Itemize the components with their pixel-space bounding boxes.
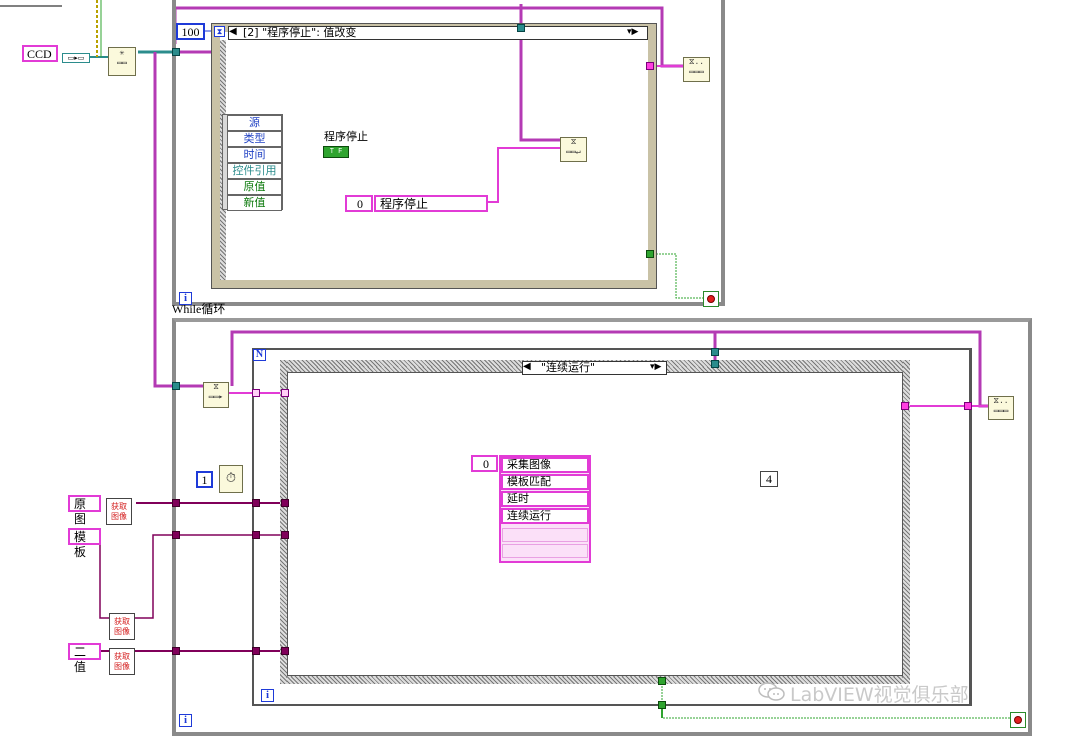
tunnel-b3: [281, 389, 289, 397]
template-label[interactable]: 模板: [68, 528, 101, 559]
control-label: 程序停止: [324, 130, 368, 143]
for-loop-count-terminal: N: [253, 349, 266, 361]
event-case-selector[interactable]: [2] "程序停止": 值改变: [228, 26, 648, 40]
event-data-item[interactable]: 源: [227, 115, 282, 131]
tunnel-b7: [964, 402, 972, 410]
stop-terminal-bottom[interactable]: [1010, 712, 1026, 728]
tunnel-b14: [172, 647, 180, 655]
tunnel-b12: [252, 531, 260, 539]
watermark-text: LabVIEW视觉俱乐部: [790, 684, 969, 706]
tunnel-b15: [252, 647, 260, 655]
event-data-item[interactable]: 类型: [227, 131, 282, 147]
array-item[interactable]: 延时: [501, 491, 589, 507]
release-queue-node[interactable]: ⧖.. ▭▭▭: [683, 57, 710, 82]
event-data-item[interactable]: 原值: [227, 179, 282, 195]
tunnel-b5: [711, 360, 719, 368]
enqueue-string-constant[interactable]: 程序停止: [374, 195, 488, 212]
binary-label[interactable]: 二值: [68, 643, 101, 674]
array-item[interactable]: 连续运行: [501, 508, 589, 524]
tunnel-b8: [172, 499, 180, 507]
tunnel-b4: [711, 348, 719, 356]
bool-constant[interactable]: T F: [323, 146, 349, 158]
wait-ms-node[interactable]: ⏱: [219, 465, 243, 493]
release-queue-node-bottom[interactable]: ⧖.. ▭▭▭: [988, 396, 1014, 420]
ccd-label[interactable]: CCD: [22, 45, 58, 62]
wait-constant[interactable]: 1: [196, 471, 213, 488]
event-data-item[interactable]: 新值: [227, 195, 282, 211]
timeout-constant[interactable]: 100: [176, 23, 205, 40]
tunnel-b11: [172, 531, 180, 539]
block-diagram: 100 ⧗ [2] "程序停止": 值改变 ◀ ▾▶ 源类型 时间 控件引用 原值 新值…: [0, 0, 1080, 743]
tunnel-b10: [281, 499, 289, 507]
tunnel-b9: [252, 499, 260, 507]
selector-prev-icon[interactable]: ◀: [229, 26, 237, 38]
timeout-terminal-icon: ⧗: [214, 26, 225, 37]
dequeue-element-node[interactable]: ⧖ ▭▭▸: [203, 382, 229, 408]
tunnel-b18: [658, 701, 666, 709]
iteration-terminal-bottom: i: [179, 714, 192, 727]
tunnel-top-event: [517, 24, 525, 32]
case-prev-icon[interactable]: ◀: [523, 361, 531, 373]
enqueue-element-node[interactable]: ⧖ ▭▭↵: [560, 137, 587, 162]
event-data-item[interactable]: 时间: [227, 147, 282, 163]
get-image-original[interactable]: 获取 图像: [106, 498, 132, 525]
original-label[interactable]: 原图: [68, 495, 101, 526]
case-selector[interactable]: "连续运行": [522, 361, 667, 375]
index-constant[interactable]: 4: [760, 471, 778, 487]
tunnel-loop-left: [172, 48, 180, 56]
stop-terminal-top[interactable]: [703, 291, 719, 307]
ccd-terminal-icon: ▭▸▭: [62, 53, 90, 63]
tunnel-event-out: [646, 62, 654, 70]
tunnel-b16: [281, 647, 289, 655]
event-data-item[interactable]: 控件引用: [227, 163, 282, 179]
array-item[interactable]: 采集图像: [501, 457, 589, 473]
get-image-template[interactable]: 获取 图像: [109, 613, 135, 640]
iteration-terminal-for: i: [261, 689, 274, 702]
case-dropdown-icon[interactable]: ▾▶: [650, 361, 661, 373]
array-index-constant[interactable]: 0: [471, 455, 498, 472]
case-inner: [287, 372, 903, 676]
array-item[interactable]: 模板匹配: [501, 474, 589, 490]
tunnel-b6: [901, 402, 909, 410]
tunnel-b17: [658, 677, 666, 685]
tunnel-b13: [281, 531, 289, 539]
tunnel-b1: [172, 382, 180, 390]
get-image-binary[interactable]: 获取 图像: [109, 648, 135, 675]
tunnel-bool-out: [646, 250, 654, 258]
wechat-icon: [757, 681, 787, 703]
loop-label: While循环: [172, 302, 226, 316]
selector-dropdown-icon[interactable]: ▾▶: [627, 26, 638, 38]
obtain-queue-node[interactable]: ✳ ▭▭: [108, 47, 136, 76]
enqueue-index-constant[interactable]: 0: [345, 195, 373, 212]
tunnel-b2: [252, 389, 260, 397]
array-empty-slot: [502, 544, 588, 558]
array-empty-slot: [502, 528, 588, 542]
